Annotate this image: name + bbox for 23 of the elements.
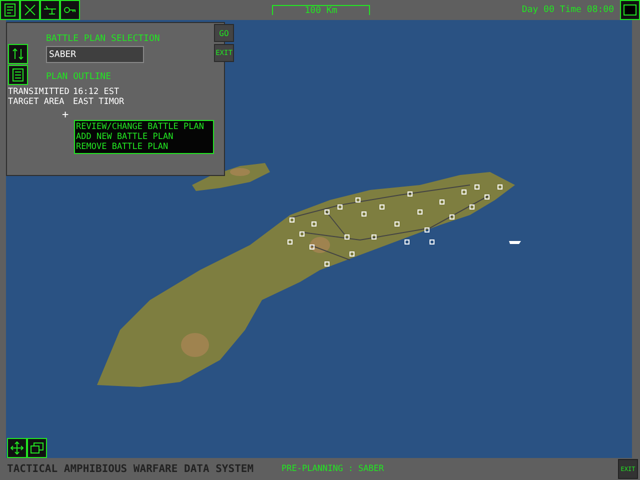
document-icon[interactable] <box>0 0 20 20</box>
panel-title: BATTLE PLAN SELECTION <box>46 34 161 44</box>
outline-value: 16:12 EST <box>73 87 120 97</box>
key-icon[interactable] <box>60 0 80 20</box>
menu-item[interactable]: REVIEW/CHANGE BATTLE PLAN <box>76 122 212 132</box>
mouse-cursor: + <box>62 110 70 120</box>
plan-selection-field[interactable]: SABER <box>46 46 144 63</box>
move-arrows-icon[interactable] <box>7 438 27 458</box>
outline-value: EAST TIMOR <box>73 97 124 107</box>
mode-indicator: PRE-PLANNING : SABER <box>282 464 384 474</box>
go-button[interactable]: GO <box>214 24 234 42</box>
outline-label: TRANSIMITTED <box>8 87 70 97</box>
game-clock: Day 00 Time 08:00 <box>522 5 614 15</box>
document-icon[interactable] <box>8 65 28 85</box>
scale-bar: 100 Km <box>272 5 370 15</box>
window-icon[interactable] <box>620 0 640 20</box>
sort-arrows-icon[interactable] <box>8 44 28 64</box>
menu-item[interactable]: ADD NEW BATTLE PLAN <box>76 132 212 142</box>
menu-item[interactable]: REMOVE BATTLE PLAN <box>76 142 212 152</box>
system-title: TACTICAL AMPHIBIOUS WARFARE DATA SYSTEM <box>7 463 254 475</box>
outline-label: TARGET AREA <box>8 97 66 107</box>
section-title: PLAN OUTLINE <box>46 72 112 82</box>
windows-icon[interactable] <box>27 438 47 458</box>
